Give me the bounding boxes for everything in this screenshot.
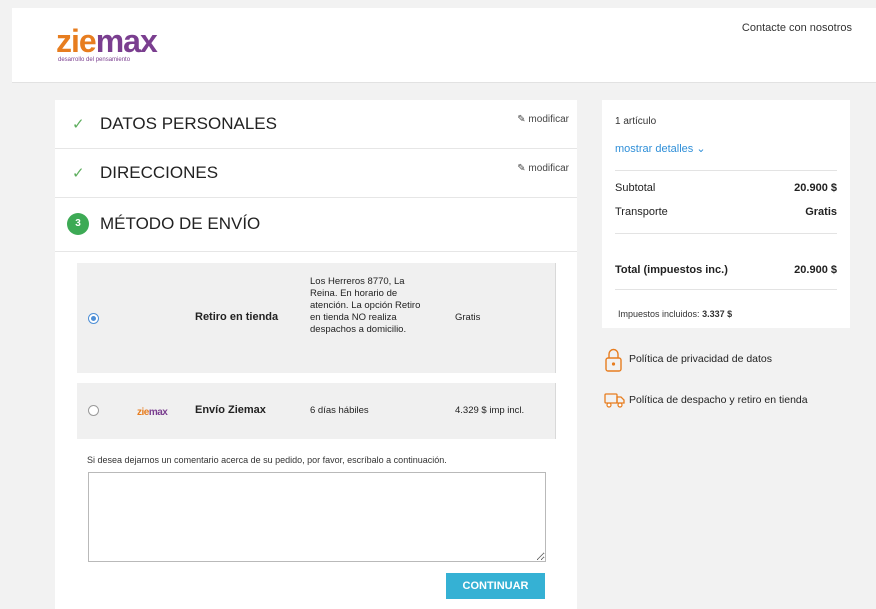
shipping-value: Gratis (805, 206, 837, 218)
shipping-label: Transporte (615, 206, 668, 218)
total-value: 20.900 $ (794, 264, 837, 276)
step-title: MÉTODO DE ENVÍO (100, 214, 261, 233)
option-price: Gratis (455, 312, 481, 323)
divider (615, 170, 837, 171)
chevron-down-icon: ⌄ (696, 143, 706, 155)
option-name: Retiro en tienda (195, 311, 279, 323)
step-addresses: ✓ DIRECCIONES ✎ modificar (55, 149, 577, 198)
pencil-icon: ✎ (517, 114, 526, 125)
lock-icon (605, 348, 622, 372)
policy-label: Política de despacho y retiro en tienda (629, 394, 808, 406)
logo-part-zie: zie (56, 23, 97, 59)
site-header: ziemax desarrollo del pensamiento Contac… (12, 8, 876, 83)
option-price: 4.329 $ imp incl. (455, 405, 525, 416)
checkout-panel: ✓ DATOS PERSONALES ✎ modificar ✓ DIRECCI… (55, 100, 577, 609)
logo-part-max: max (148, 407, 168, 418)
truck-icon (604, 393, 625, 408)
step-title: DIRECCIONES (100, 163, 219, 182)
tax-label: Impuestos incluidos: (618, 309, 700, 319)
comment-label: Si desea dejarnos un comentario acerca d… (87, 455, 447, 465)
show-details-link[interactable]: mostrar detalles ⌄ (615, 142, 706, 155)
store-pickup-radio[interactable] (88, 313, 99, 324)
comment-textarea[interactable] (88, 472, 546, 562)
ziemax-delivery-radio[interactable] (88, 405, 99, 416)
total-label: Total (impuestos inc.) (615, 264, 728, 276)
shipping-option-ziemax-delivery[interactable]: ziemax Envío Ziemax 6 días hábiles 4.329… (77, 383, 556, 439)
items-count: 1 artículo (615, 116, 657, 127)
edit-label: modificar (528, 114, 569, 125)
show-details-label: mostrar detalles (615, 143, 694, 155)
step-shipping-method: 3 MÉTODO DE ENVÍO (55, 199, 577, 252)
edit-label: modificar (528, 163, 569, 174)
ziemax-carrier-logo: ziemax (137, 407, 168, 418)
pencil-icon: ✎ (517, 163, 526, 174)
logo-part-max: max (95, 23, 158, 59)
option-name: Envío Ziemax (195, 404, 266, 416)
checkmark-icon: ✓ (72, 116, 85, 133)
tax-value: 3.337 $ (702, 309, 733, 319)
shipping-option-store-pickup[interactable]: Retiro en tienda Los Herreros 8770, La R… (77, 263, 556, 373)
checkmark-icon: ✓ (72, 165, 85, 182)
divider (615, 233, 837, 234)
option-description: 6 días hábiles (310, 405, 369, 416)
option-description: Los Herreros 8770, La Reina. En horario … (310, 276, 421, 335)
tax-info: Impuestos incluidos: 3.337 $ (618, 309, 732, 319)
logo-part-zie: zie (137, 407, 149, 418)
logo-wordmark: ziemax (56, 23, 158, 59)
step-personal-data: ✓ DATOS PERSONALES ✎ modificar (55, 100, 577, 149)
subtotal-value: 20.900 $ (794, 182, 837, 194)
ziemax-logo[interactable]: ziemax desarrollo del pensamiento (56, 23, 158, 63)
contact-link[interactable]: Contacte con nosotros (742, 22, 852, 34)
step-number-badge: 3 (67, 213, 89, 235)
step-title: DATOS PERSONALES (100, 114, 277, 133)
subtotal-label: Subtotal (615, 182, 656, 194)
divider (615, 289, 837, 290)
edit-addresses-link[interactable]: ✎ modificar (517, 163, 569, 174)
order-summary: 1 artículo mostrar detalles ⌄ Subtotal 2… (602, 100, 850, 328)
policy-label: Política de privacidad de datos (629, 353, 773, 365)
continue-button[interactable]: CONTINUAR (446, 573, 545, 599)
edit-personal-data-link[interactable]: ✎ modificar (517, 114, 569, 125)
